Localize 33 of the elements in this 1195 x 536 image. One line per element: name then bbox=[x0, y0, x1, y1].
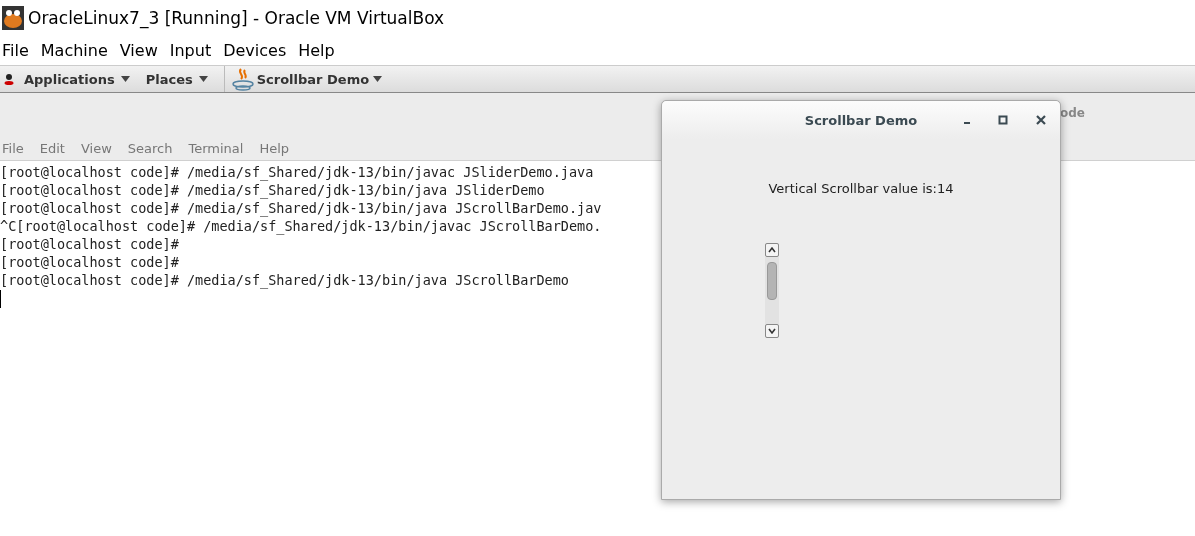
caret-icon bbox=[120, 76, 130, 82]
menu-item[interactable]: File bbox=[2, 141, 24, 156]
menu-item[interactable]: Help bbox=[259, 141, 290, 156]
app-menu[interactable]: Scrollbar Demo bbox=[256, 71, 383, 87]
menu-item[interactable]: View bbox=[119, 40, 166, 60]
terminal-line: [root@localhost code]# bbox=[0, 253, 179, 271]
menu-item[interactable]: View bbox=[80, 141, 112, 156]
menu-item[interactable]: File bbox=[2, 40, 37, 60]
terminal-line: [root@localhost code]# bbox=[0, 235, 179, 253]
caret-icon bbox=[198, 76, 208, 82]
menu-item[interactable]: Machine bbox=[40, 40, 116, 60]
top-bar-menu[interactable]: Places bbox=[145, 71, 208, 87]
scrollbar-thumb[interactable] bbox=[767, 262, 777, 300]
value-label: Vertical Scrollbar value is:14 bbox=[767, 181, 955, 196]
menu-item[interactable]: Input bbox=[169, 40, 220, 60]
window-title: OracleLinux7_3 [Running] - Oracle VM VirtualBox bbox=[28, 7, 445, 28]
top-bar-menu[interactable]: Applications bbox=[24, 71, 130, 87]
caret-icon bbox=[373, 76, 383, 82]
dialog-title: Scrollbar Demo bbox=[804, 112, 918, 128]
menu-item[interactable]: Devices bbox=[223, 40, 295, 60]
terminal-line: [root@localhost code]# /media/sf_Shared/jdk-13/bin/java JScrollBarDemo bbox=[0, 271, 569, 289]
cursor bbox=[0, 290, 1, 308]
menu-item[interactable]: Edit bbox=[39, 141, 65, 156]
menu-item[interactable]: Terminal bbox=[188, 141, 244, 156]
terminal-line: ^C[root@localhost code]# /media/sf_Shared/jdk-13/bin/javac JScrollBarDemo. bbox=[0, 217, 602, 235]
terminal-line: [root@localhost code]# /media/sf_Shared/jdk-13/bin/java JScrollBarDemo.jav bbox=[0, 199, 602, 217]
terminal-title: ode bbox=[1060, 106, 1085, 120]
person-icon bbox=[4, 73, 14, 85]
terminal-line: [root@localhost code]# /media/sf_Shared/jdk-13/bin/java JSliderDemo bbox=[0, 181, 545, 199]
terminal-line: [root@localhost code]# /media/sf_Shared/jdk-13/bin/javac JSliderDemo.java bbox=[0, 163, 594, 181]
vertical-scrollbar[interactable] bbox=[765, 243, 779, 338]
menu-item[interactable]: Help bbox=[298, 40, 343, 60]
menu-item[interactable]: Search bbox=[127, 141, 173, 156]
